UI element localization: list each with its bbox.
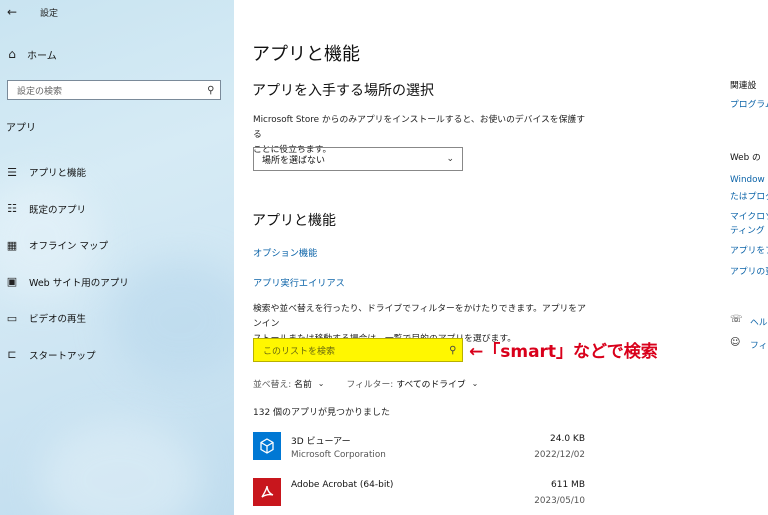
sort-filter-row: 並べ替え: 名前 ⌄ フィルター: すべてのドライブ ⌄ [253, 377, 478, 390]
app-name: Adobe Acrobat (64-bit) [291, 480, 394, 490]
app-name: 3D ビューアー [291, 437, 351, 447]
window-title: 設定 [40, 8, 59, 19]
sidebar-item-label: Web サイト用のアプリ [29, 277, 129, 289]
sidebar-item-apps-for-websites[interactable]: ▣ Web サイト用のアプリ [0, 264, 234, 301]
apps-features-heading: アプリと機能 [252, 213, 336, 229]
website-app-icon: ▣ [6, 275, 18, 289]
video-icon: ▭ [6, 311, 18, 325]
default-apps-icon: ☷ [7, 202, 17, 216]
sidebar-nav: ☰ アプリと機能 ☷ 既定のアプリ ▦ オフライン マップ ▣ Web サイト用… [0, 154, 234, 373]
optional-features-link[interactable]: オプション機能 [253, 245, 317, 259]
description-line: 検索や並べ替えを行ったり、ドライブでフィルターをかけたりできます。アプリをアンイ… [253, 304, 586, 329]
app-count: 132 個のアプリが見つかりました [253, 408, 391, 418]
web-help-heading: Web の [730, 153, 761, 163]
filter-dropdown[interactable]: すべてのドライブ [396, 377, 465, 390]
web-help-link[interactable]: マイクロソ [730, 209, 768, 222]
related-settings-heading: 関連設 [730, 81, 757, 91]
cube-icon [253, 432, 281, 460]
sidebar-item-label: 既定のアプリ [29, 204, 87, 216]
annotation-callout: ←「smart」などで検索 [469, 342, 658, 362]
sidebar: ← 設定 ⌂ ホーム 設定の検索 ⚲ アプリ ☰ アプリと機能 ☷ 既定のアプリ… [0, 0, 234, 515]
get-help-link[interactable]: ヘル [750, 315, 768, 328]
feedback-link[interactable]: フィ [750, 338, 767, 351]
filter-label: フィルター: [346, 380, 394, 390]
description-line: Microsoft Store からのみアプリをインストールすると、お使いのデバ… [253, 115, 585, 140]
sidebar-item-video-playback[interactable]: ▭ ビデオの再生 [0, 300, 234, 337]
sort-dropdown[interactable]: 名前 [294, 377, 312, 390]
app-date: 2022/12/02 [534, 450, 585, 460]
app-size: 24.0 KB [550, 434, 585, 444]
home-icon: ⌂ [8, 47, 16, 61]
back-arrow-icon[interactable]: ← [1, 5, 23, 19]
sidebar-section-apps: アプリ [6, 123, 36, 134]
sidebar-item-label: スタートアップ [29, 350, 96, 362]
chevron-down-icon: ⌄ [446, 154, 454, 164]
web-help-link[interactable]: アプリの更 [730, 264, 768, 277]
startup-icon: ⊏ [7, 348, 17, 362]
chevron-down-icon[interactable]: ⌄ [318, 379, 325, 388]
dropdown-value: 場所を選ばない [262, 155, 326, 166]
sidebar-item-apps-features[interactable]: ☰ アプリと機能 [0, 154, 234, 191]
title-bar: ← 設定 [0, 0, 234, 24]
web-help-link[interactable]: Window [730, 175, 765, 185]
sidebar-item-home[interactable]: ⌂ ホーム [0, 44, 57, 64]
sidebar-item-label: ビデオの再生 [29, 314, 87, 326]
main-content: アプリと機能 アプリを入手する場所の選択 Microsoft Store からの… [234, 0, 768, 515]
web-help-link[interactable]: たはプログ [730, 189, 768, 202]
map-icon: ▦ [6, 238, 18, 252]
list-item[interactable]: 3D ビューアー Microsoft Corporation 24.0 KB 2… [253, 432, 585, 468]
help-icon: ☏ [730, 314, 743, 325]
acrobat-icon [253, 478, 281, 506]
related-settings-column: 関連設 プログラム Web の Window たはプログ マイクロソ ティング … [730, 0, 768, 515]
sidebar-item-offline-maps[interactable]: ▦ オフライン マップ [0, 227, 234, 264]
app-list-search-input[interactable]: このリストを検索 ⚲ [253, 338, 463, 362]
sidebar-item-label: オフライン マップ [29, 241, 109, 253]
page-title: アプリと機能 [252, 44, 360, 65]
list-icon: ☰ [7, 165, 17, 179]
list-item[interactable]: Adobe Acrobat (64-bit) 611 MB 2023/05/10 [253, 478, 585, 514]
home-label: ホーム [27, 50, 57, 62]
sidebar-item-label: アプリと機能 [29, 168, 87, 180]
app-date: 2023/05/10 [534, 496, 585, 506]
sort-label: 並べ替え: [253, 380, 292, 390]
install-source-heading: アプリを入手する場所の選択 [252, 83, 434, 99]
chevron-down-icon[interactable]: ⌄ [472, 379, 479, 388]
related-programs-link[interactable]: プログラム [730, 97, 768, 110]
install-source-dropdown[interactable]: 場所を選ばない ⌄ [253, 147, 463, 171]
app-list-search-placeholder: このリストを検索 [263, 346, 336, 357]
web-help-link[interactable]: アプリをア [730, 243, 768, 256]
settings-search-placeholder: 設定の検索 [17, 86, 63, 97]
search-icon: ⚲ [206, 84, 214, 96]
app-execution-alias-link[interactable]: アプリ実行エイリアス [253, 275, 345, 289]
app-size: 611 MB [551, 480, 585, 490]
app-publisher: Microsoft Corporation [291, 450, 386, 460]
settings-search-input[interactable]: 設定の検索 ⚲ [7, 80, 221, 100]
web-help-link[interactable]: ティング [730, 223, 765, 236]
sidebar-item-default-apps[interactable]: ☷ 既定のアプリ [0, 191, 234, 228]
sidebar-item-startup[interactable]: ⊏ スタートアップ [0, 337, 234, 374]
feedback-icon: ☺ [730, 337, 741, 348]
search-icon: ⚲ [448, 344, 456, 356]
